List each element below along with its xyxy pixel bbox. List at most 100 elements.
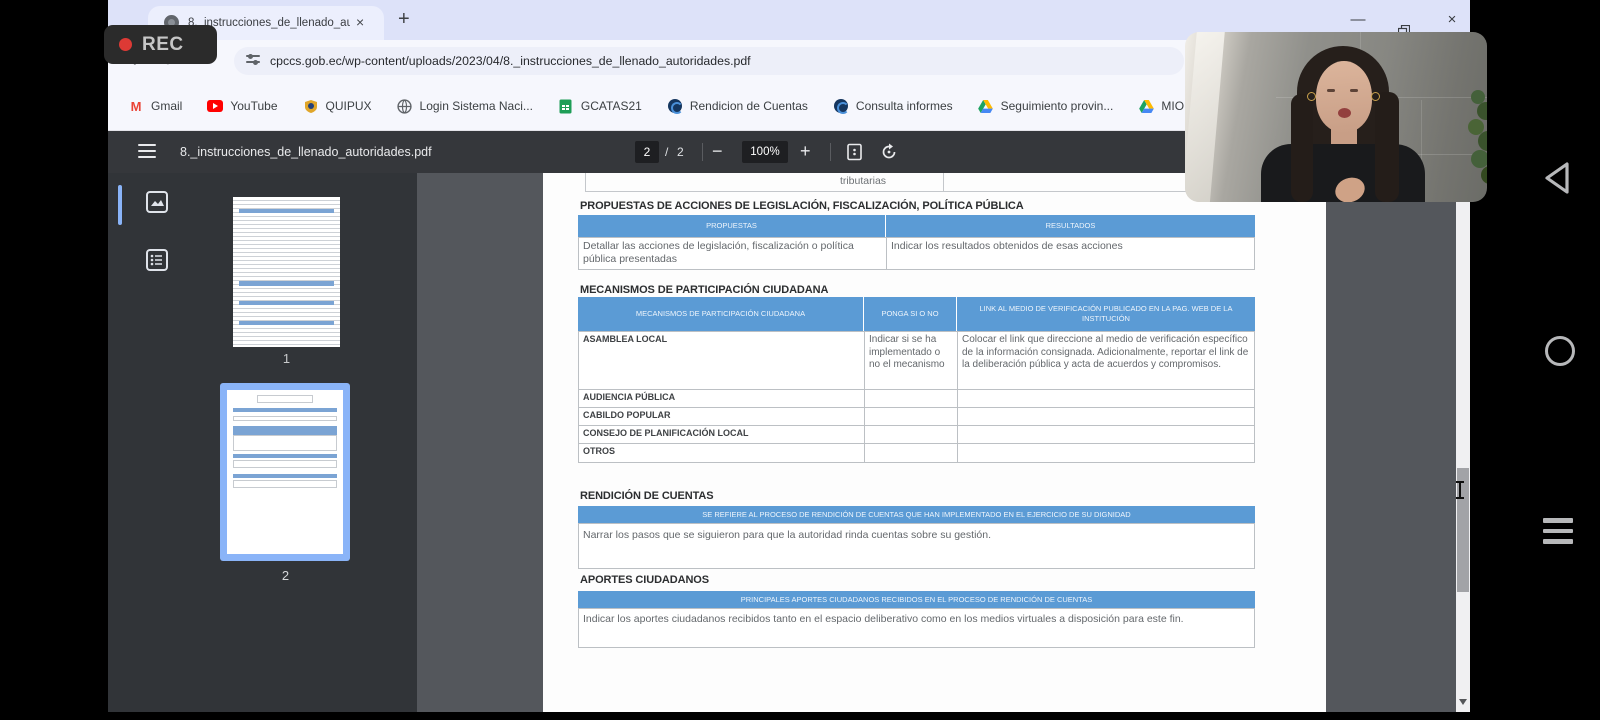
table-body: ASAMBLEA LOCAL Indicar si se ha implemen… — [578, 331, 1255, 463]
youtube-icon — [207, 98, 223, 114]
table-row-audiencia: AUDIENCIA PÚBLICA — [579, 390, 1254, 408]
table-row-cabildo: CABILDO POPULAR — [579, 408, 1254, 426]
scrollbar-track[interactable] — [1456, 173, 1470, 712]
table-row-otros: OTROS — [579, 444, 1254, 462]
bookmark-label: Gmail — [151, 99, 182, 113]
site-settings-icon[interactable] — [246, 55, 260, 67]
tab-close-icon[interactable]: × — [356, 6, 364, 40]
section-heading-aportes: APORTES CIUDADANOS — [580, 574, 709, 586]
url-text[interactable]: cpccs.gob.ec/wp-content/uploads/2023/04/… — [270, 47, 751, 75]
thumbnail-row — [233, 460, 337, 468]
cpccs-logo-icon — [833, 98, 849, 114]
fit-page-icon[interactable] — [846, 143, 863, 166]
table-row-consejo: CONSEJO DE PLANIFICACIÓN LOCAL — [579, 426, 1254, 444]
toolbar-divider — [830, 143, 831, 161]
text-cursor-pointer — [1455, 481, 1465, 499]
zoom-in-button[interactable]: + — [800, 131, 811, 173]
bookmark-label: YouTube — [230, 99, 277, 113]
thumbnail-row — [233, 416, 337, 421]
bookmark-label: GCATAS21 — [581, 99, 642, 113]
cpccs-logo-icon — [667, 98, 683, 114]
spreadsheet-icon — [558, 98, 574, 114]
bookmark-consulta-informes[interactable]: Consulta informes — [833, 98, 953, 114]
rotate-icon[interactable] — [880, 143, 898, 166]
link-cell — [958, 390, 1254, 407]
page-divider: / — [665, 131, 668, 173]
page-total: 2 — [677, 131, 684, 173]
table-aportes: PRINCIPALES APORTES CIUDADANOS RECIBIDOS… — [578, 591, 1255, 648]
section-heading-mecanismos: MECANISMOS DE PARTICIPACIÓN CIUDADANA — [580, 284, 828, 296]
mechanism-cell: OTROS — [579, 444, 865, 462]
table-border — [943, 173, 944, 191]
sidebar-selection-indicator — [118, 185, 122, 225]
bookmark-gmail[interactable]: M Gmail — [128, 98, 182, 114]
table-propuestas: PROPUESTAS RESULTADOS Detallar las accio… — [578, 215, 1255, 270]
globe-icon — [397, 98, 413, 114]
bookmark-label: Seguimiento provin... — [1001, 99, 1114, 113]
page-1-thumbnail[interactable] — [233, 197, 340, 347]
phone-screen-recording: 8._instrucciones_de_llenado_au × + — × ‹… — [0, 0, 1600, 720]
scrollbar-down-arrow-icon[interactable] — [1459, 699, 1467, 705]
thumbnail-bar — [233, 454, 337, 458]
table-row-asamblea: ASAMBLEA LOCAL Indicar si se ha implemen… — [579, 332, 1254, 390]
column-header: PRINCIPALES APORTES CIUDADANOS RECIBIDOS… — [578, 591, 1255, 608]
table-cell: Narrar los pasos que se siguieron para q… — [579, 524, 1254, 547]
column-header: SE REFIERE AL PROCESO DE RENDICIÓN DE CU… — [578, 506, 1255, 523]
webcam-person-hair — [1291, 94, 1313, 202]
phone-home-icon[interactable] — [1545, 336, 1575, 366]
bookmark-youtube[interactable]: YouTube — [207, 98, 277, 114]
table-cell: Indicar los resultados obtenidos de esas… — [887, 238, 1254, 269]
phone-back-icon[interactable] — [1541, 160, 1575, 201]
mechanism-cell: CONSEJO DE PLANIFICACIÓN LOCAL — [579, 426, 865, 443]
drive-icon — [1138, 98, 1154, 114]
table-header-row: PRINCIPALES APORTES CIUDADANOS RECIBIDOS… — [578, 591, 1255, 608]
thumbnail-table-bar — [239, 301, 334, 305]
column-header: MECANISMOS DE PARTICIPACIÓN CIUDADANA — [578, 297, 864, 331]
section-heading-rendicion: RENDICIÓN DE CUENTAS — [580, 490, 713, 502]
bookmark-gcatas21[interactable]: GCATAS21 — [558, 98, 642, 114]
table-cell: Indicar los aportes ciudadanos recibidos… — [579, 609, 1254, 630]
page-2-label: 2 — [232, 568, 339, 583]
mechanism-cell: AUDIENCIA PÚBLICA — [579, 390, 865, 407]
page-number-input[interactable]: 2 — [635, 141, 659, 163]
si-no-cell — [865, 426, 958, 443]
thumbnail-bar — [233, 474, 337, 478]
pdf-page-2: tributarias PROPUESTAS DE ACCIONES DE LE… — [543, 173, 1326, 712]
table-rendicion: SE REFIERE AL PROCESO DE RENDICIÓN DE CU… — [578, 506, 1255, 569]
table-border — [585, 173, 586, 191]
gmail-icon: M — [128, 98, 144, 114]
page-2-thumbnail-selected[interactable] — [220, 383, 350, 561]
webcam-plant — [1471, 90, 1485, 104]
table-header-row: MECANISMOS DE PARTICIPACIÓN CIUDADANA PO… — [578, 297, 1255, 331]
table-border — [585, 191, 1254, 192]
thumbnails-view-icon[interactable] — [144, 189, 170, 220]
pdf-document-title: 8._instrucciones_de_llenado_autoridades.… — [180, 131, 432, 173]
zoom-out-button[interactable]: − — [712, 131, 723, 173]
page-2-thumbnail-page — [227, 390, 343, 554]
thumbnail-bar — [233, 426, 337, 435]
table-row: Narrar los pasos que se siguieron para q… — [579, 524, 1254, 547]
webcam-person-mouth — [1338, 108, 1351, 118]
webcam-person-hair — [1375, 92, 1399, 202]
zoom-level-input[interactable]: 100% — [742, 141, 788, 163]
phone-recents-icon[interactable] — [1543, 518, 1573, 550]
bookmark-rendicion-cuentas[interactable]: Rendicion de Cuentas — [667, 98, 808, 114]
partial-cell-text: tributarias — [783, 175, 943, 187]
si-no-cell — [865, 390, 958, 407]
column-header: RESULTADOS — [886, 215, 1255, 237]
new-tab-button[interactable]: + — [398, 0, 410, 40]
table-body: Narrar los pasos que se siguieron para q… — [578, 523, 1255, 569]
thumbnail-bar — [233, 408, 337, 412]
rec-label: REC — [142, 25, 184, 64]
thumbnail-row — [233, 435, 337, 451]
thumbnail-row — [233, 480, 337, 488]
bookmark-quipux[interactable]: QUIPUX — [303, 98, 372, 114]
webcam-person-eye — [1350, 89, 1358, 92]
link-cell — [958, 444, 1254, 462]
menu-icon[interactable] — [138, 144, 156, 158]
page-1-label: 1 — [233, 351, 340, 366]
bookmark-login-sistema[interactable]: Login Sistema Naci... — [397, 98, 533, 114]
bookmark-seguimiento[interactable]: Seguimiento provin... — [978, 98, 1114, 114]
outline-view-icon[interactable] — [144, 247, 170, 278]
address-bar[interactable]: cpccs.gob.ec/wp-content/uploads/2023/04/… — [234, 47, 1184, 75]
